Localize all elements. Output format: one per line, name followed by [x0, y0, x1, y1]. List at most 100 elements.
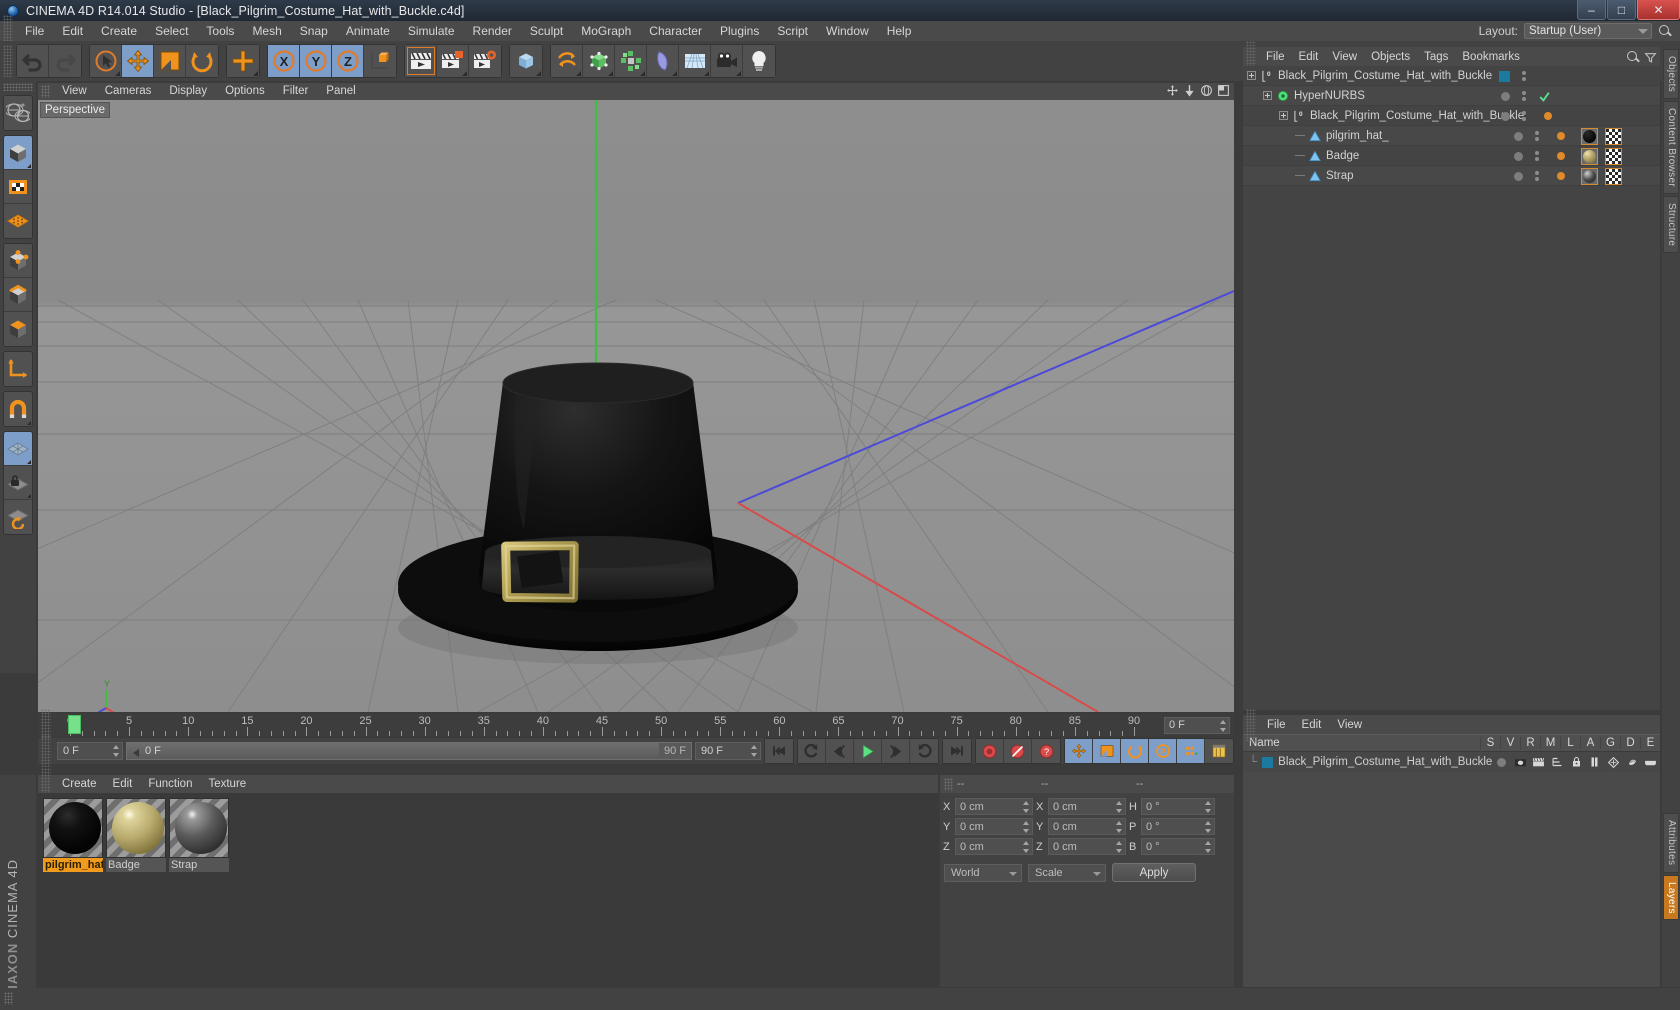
current-frame-field[interactable]: 0 F [57, 742, 123, 760]
object-label[interactable]: Black_Pilgrim_Costume_Hat_with_Buckle [1310, 110, 1524, 122]
keyframe-selection-button[interactable]: ? [1032, 739, 1060, 763]
workplane-button[interactable] [4, 432, 32, 466]
layer-color-swatch[interactable] [1499, 70, 1510, 82]
menu-plugins[interactable]: Plugins [711, 21, 768, 41]
spinner-icon[interactable] [1220, 719, 1227, 732]
menu-file[interactable]: File [16, 21, 53, 41]
edges-mode-button[interactable] [4, 278, 32, 312]
layer-expression-cell[interactable] [1641, 757, 1660, 767]
object-tree[interactable]: 0 Black_Pilgrim_Costume_Hat_with_Buckle [1243, 66, 1660, 710]
rotate-tool[interactable] [186, 45, 218, 77]
object-menu-edit[interactable]: Edit [1292, 51, 1326, 63]
viewport-menu-options[interactable]: Options [216, 83, 274, 100]
record-active-objects-button[interactable] [976, 739, 1004, 763]
move-view-icon[interactable] [1166, 84, 1179, 97]
menu-render[interactable]: Render [464, 21, 521, 41]
layer-color-swatch[interactable] [1262, 756, 1274, 768]
tab-layers[interactable]: Layers [1663, 874, 1679, 921]
y-axis-lock[interactable]: Y [300, 45, 332, 77]
object-label[interactable]: Black_Pilgrim_Costume_Hat_with_Buckle [1278, 70, 1492, 82]
menu-window[interactable]: Window [817, 21, 878, 41]
layer-manager-cell[interactable] [1548, 756, 1567, 768]
object-row-badge[interactable]: Badge [1243, 146, 1660, 166]
filter-icon[interactable] [1644, 51, 1657, 64]
render-region-button[interactable] [437, 45, 469, 77]
tag-dot-icon[interactable] [1557, 172, 1565, 180]
object-label[interactable]: Strap [1326, 170, 1354, 182]
size-z-input[interactable]: 0 cm [1048, 838, 1126, 855]
material-name[interactable]: Strap [169, 858, 229, 872]
spinner-icon[interactable] [113, 745, 120, 757]
material-thumbnail[interactable] [106, 798, 166, 858]
material-item[interactable]: Badge [106, 798, 166, 982]
add-cube-button[interactable] [510, 45, 542, 77]
tab-content-browser[interactable]: Content Browser [1663, 101, 1679, 194]
material-name[interactable]: pilgrim_hat [43, 858, 103, 872]
play-button[interactable] [854, 739, 882, 763]
autokeying-button[interactable] [1004, 739, 1032, 763]
search-icon[interactable] [1658, 24, 1672, 38]
slider-left-arrow-icon[interactable] [133, 749, 139, 757]
z-axis-lock[interactable]: Z [332, 45, 364, 77]
orbit-view-icon[interactable] [1200, 84, 1213, 97]
uvw-tag-icon[interactable] [1605, 167, 1622, 185]
pos-z-input[interactable]: 0 cm [955, 838, 1033, 855]
timeline-playhead[interactable] [68, 715, 81, 734]
add-spline-button[interactable] [551, 45, 583, 77]
enable-snap-button[interactable] [4, 392, 32, 426]
layer-menu-view[interactable]: View [1329, 719, 1370, 731]
material-item[interactable]: Strap [169, 798, 229, 982]
menu-tools[interactable]: Tools [197, 21, 243, 41]
viewport-menu-panel[interactable]: Panel [317, 83, 364, 100]
object-row-strap[interactable]: Strap [1243, 166, 1660, 186]
spinner-icon[interactable] [1116, 821, 1123, 833]
animbar-grip[interactable] [41, 735, 51, 767]
spinner-icon[interactable] [1023, 841, 1030, 853]
spinner-icon[interactable] [1023, 821, 1030, 833]
object-menu-bookmarks[interactable]: Bookmarks [1455, 51, 1527, 63]
menu-create[interactable]: Create [92, 21, 146, 41]
spinner-icon[interactable] [1116, 841, 1123, 853]
viewport-menu-display[interactable]: Display [160, 83, 216, 100]
pos-x-input[interactable]: 0 cm [955, 798, 1033, 815]
step-forward-button[interactable] [882, 739, 910, 763]
material-menu-create[interactable]: Create [54, 778, 105, 790]
tag-dot-icon[interactable] [1544, 112, 1552, 120]
object-label[interactable]: pilgrim_hat_ [1326, 130, 1389, 142]
spinner-icon[interactable] [1116, 801, 1123, 813]
visibility-dots-icon[interactable] [1531, 151, 1543, 161]
close-button[interactable]: ✕ [1637, 0, 1680, 20]
menu-sculpt[interactable]: Sculpt [521, 21, 572, 41]
layer-menu-file[interactable]: File [1259, 719, 1294, 731]
spinner-icon[interactable] [751, 745, 758, 757]
transform-mode-dropdown[interactable]: Scale [1028, 863, 1106, 882]
spinner-icon[interactable] [1205, 821, 1212, 833]
lock-workplane-button[interactable] [4, 466, 32, 500]
expander-icon[interactable] [1279, 111, 1288, 120]
material-thumbnail[interactable] [169, 798, 229, 858]
maximize-button[interactable]: □ [1607, 0, 1636, 20]
world-object-coord-toggle[interactable] [364, 45, 396, 77]
spinner-icon[interactable] [1205, 841, 1212, 853]
material-item[interactable]: pilgrim_hat [43, 798, 103, 982]
visibility-dots-icon[interactable] [1518, 71, 1530, 81]
layer-row[interactable]: └ Black_Pilgrim_Costume_Hat_with_Buckle [1243, 752, 1660, 772]
minimize-button[interactable]: – [1577, 0, 1606, 20]
menu-animate[interactable]: Animate [337, 21, 399, 41]
goto-start-button[interactable] [765, 739, 793, 763]
model-mode-button[interactable] [4, 136, 32, 170]
play-backwards-button[interactable] [798, 739, 826, 763]
play-forward-loop-button[interactable] [910, 739, 938, 763]
apply-button[interactable]: Apply [1112, 863, 1196, 882]
spinner-icon[interactable] [1205, 801, 1212, 813]
x-axis-lock[interactable]: X [268, 45, 300, 77]
polygons-mode-button[interactable] [4, 312, 32, 346]
texture-mode-button[interactable] [4, 170, 32, 204]
menu-character[interactable]: Character [640, 21, 711, 41]
spinner-icon[interactable] [1023, 801, 1030, 813]
menu-snap[interactable]: Snap [291, 21, 337, 41]
add-camera-button[interactable] [711, 45, 743, 77]
viewport-menu-view[interactable]: View [53, 83, 96, 100]
layer-solo-cell[interactable] [1492, 757, 1511, 767]
material-menu-texture[interactable]: Texture [200, 778, 254, 790]
